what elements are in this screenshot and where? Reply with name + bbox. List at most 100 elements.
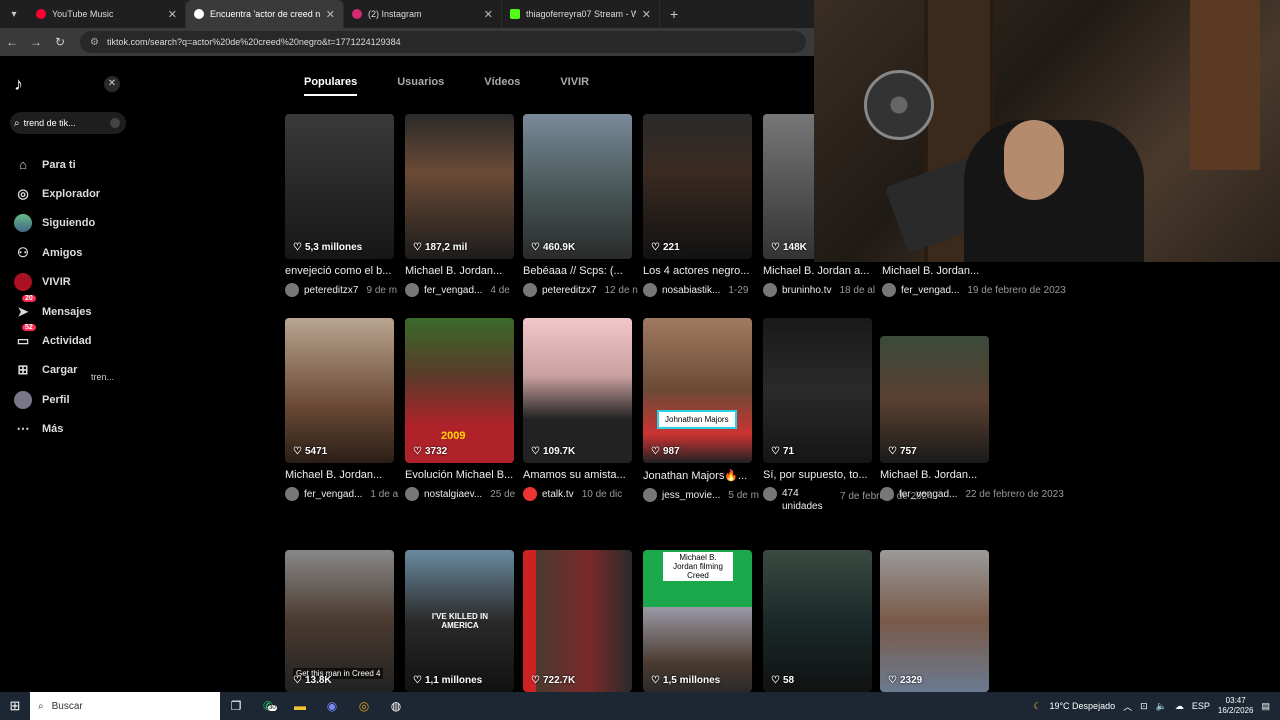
username[interactable]: petereditzx7 — [304, 285, 358, 296]
video-thumbnail[interactable]: Michael B. Jordan filming Creed ♡ 1,5 mil… — [643, 550, 752, 692]
back-icon[interactable]: ← — [0, 35, 24, 49]
video-card[interactable]: ♡ 722.7K — [523, 550, 632, 692]
video-card[interactable]: Johnathan Majors ♡ 987 Jonathan Majors🔥..… — [643, 318, 759, 502]
video-card[interactable]: Michael B. Jordan filming Creed ♡ 1,5 mil… — [643, 550, 752, 692]
username[interactable]: jess_movie... — [662, 490, 720, 501]
username[interactable]: fer_vengad... — [424, 285, 482, 296]
username[interactable]: nostalgiaev... — [424, 489, 482, 500]
sidebar-item-mas[interactable]: ⋯ Más — [14, 415, 100, 444]
avatar[interactable] — [643, 488, 657, 502]
username[interactable]: fer_vengad... — [899, 489, 957, 500]
sidebar-item-actividad[interactable]: ▭ 52 Actividad — [14, 324, 100, 355]
tab-youtube-music[interactable]: YouTube Music ✕ — [28, 0, 186, 28]
video-caption[interactable]: Amamos su amista... — [523, 469, 641, 481]
tab-kick[interactable]: thiagoferreyra07 Stream - Watc ✕ — [502, 0, 660, 28]
close-search-icon[interactable]: ✕ — [104, 76, 120, 92]
video-card[interactable]: ♡ 460.9K Bebéaaa // Scps: (... petereditz… — [523, 114, 638, 297]
tiktok-logo-icon[interactable]: ♪ — [14, 74, 34, 96]
video-card[interactable]: Michael B. Jordan... fer_vengad... 19 de … — [882, 114, 1082, 297]
video-caption[interactable]: Los 4 actores negro... — [643, 265, 761, 277]
tab-usuarios[interactable]: Usuarios — [397, 76, 444, 96]
weather-text[interactable]: 19°C Despejado — [1049, 701, 1115, 711]
video-thumbnail[interactable]: ♡ 187,2 mil — [405, 114, 514, 259]
language-indicator[interactable]: ESP — [1192, 701, 1210, 711]
video-thumbnail[interactable]: ♡ 2329 — [880, 550, 989, 692]
clock[interactable]: 03:47 16/2/2026 — [1218, 696, 1254, 716]
video-thumbnail[interactable]: ♡ 71 — [763, 318, 872, 463]
video-caption[interactable]: Michael B. Jordan... — [882, 265, 1000, 277]
close-icon[interactable]: ✕ — [168, 8, 177, 21]
video-caption[interactable]: Sí, por supuesto, to... — [763, 469, 881, 481]
video-thumbnail[interactable]: ♡ 460.9K — [523, 114, 632, 259]
tab-vivir[interactable]: VIVIR — [560, 76, 589, 96]
avatar[interactable] — [405, 487, 419, 501]
video-thumbnail[interactable]: ♡ 109.7K — [523, 318, 632, 463]
tray-chevron-icon[interactable]: ︿ — [1123, 700, 1132, 713]
video-thumbnail[interactable]: ♡ 5,3 millones — [285, 114, 394, 259]
video-card[interactable]: Get this man in Creed 4 ♡ 13.8K — [285, 550, 394, 692]
avatar[interactable] — [285, 283, 299, 297]
video-card[interactable]: ♡ 71 Sí, por supuesto, to... 474 unidades… — [763, 318, 933, 513]
sidebar-item-cargar[interactable]: ⊞ Cargar — [14, 356, 100, 385]
video-card[interactable]: ♡ 187,2 mil Michael B. Jordan... fer_veng… — [405, 114, 514, 297]
video-thumbnail[interactable]: Get this man in Creed 4 ♡ 13.8K — [285, 550, 394, 692]
video-card[interactable]: ♡ 109.7K Amamos su amista... etalk.tv 10 d… — [523, 318, 632, 501]
username[interactable]: etalk.tv — [542, 489, 574, 500]
taskbar-search-input[interactable]: ⌕ Buscar — [30, 692, 220, 720]
close-icon[interactable]: ✕ — [484, 8, 493, 21]
video-card[interactable]: ♡ 5471 Michael B. Jordan... fer_vengad...… — [285, 318, 398, 501]
video-thumbnail[interactable]: ♡ 148K — [763, 114, 814, 259]
video-caption[interactable]: Evolución Michael B... — [405, 469, 523, 481]
avatar[interactable] — [643, 283, 657, 297]
whatsapp-icon[interactable]: ✆30 — [252, 699, 284, 713]
video-card[interactable]: ♡ 221 Los 4 actores negro... nosabiastik.… — [643, 114, 752, 297]
clear-search-icon[interactable] — [110, 118, 120, 128]
sidebar-item-mensajes[interactable]: ➤ 20 Mensajes — [14, 294, 100, 326]
username[interactable]: fer_vengad... — [901, 285, 959, 296]
username[interactable]: bruninho.tv — [782, 285, 831, 296]
username[interactable]: nosabiastik... — [662, 285, 720, 296]
video-thumbnail[interactable]: 2009 ♡ 3732 — [405, 318, 514, 463]
video-thumbnail[interactable]: ♡ 58 — [763, 550, 872, 692]
new-tab-button[interactable]: + — [670, 6, 678, 22]
video-caption[interactable]: Michael B. Jordan a... — [763, 265, 881, 277]
video-card[interactable]: ♡ 5,3 millones envejeció como el b... pet… — [285, 114, 397, 297]
sidebar-item-siguiendo[interactable]: Siguiendo — [14, 209, 100, 238]
task-view-icon[interactable]: ❐ — [220, 699, 252, 713]
tab-populares[interactable]: Populares — [304, 76, 358, 96]
discord-icon[interactable]: ◉ — [316, 699, 348, 713]
close-icon[interactable]: ✕ — [326, 8, 335, 21]
avatar[interactable] — [285, 487, 299, 501]
video-thumbnail[interactable]: ♡ 221 — [643, 114, 752, 259]
video-thumbnail[interactable]: Johnathan Majors ♡ 987 — [643, 318, 752, 463]
video-card[interactable]: I'VE KILLED IN AMERICA ♡ 1,1 millones — [405, 550, 514, 692]
avatar[interactable] — [882, 283, 896, 297]
forward-icon[interactable]: → — [24, 35, 48, 49]
site-info-icon[interactable]: ⚙ — [90, 37, 99, 48]
tab-instagram[interactable]: (2) Instagram ✕ — [344, 0, 502, 28]
avatar[interactable] — [763, 487, 777, 501]
avatar[interactable] — [880, 487, 894, 501]
obs-icon[interactable]: ◍ — [380, 699, 412, 713]
sidebar-item-vivir[interactable]: VIVIR — [14, 268, 100, 297]
video-card[interactable]: ♡ 58 — [763, 550, 872, 692]
file-explorer-icon[interactable]: ▬ — [284, 699, 316, 713]
chrome-icon[interactable]: ◎ — [348, 699, 380, 713]
sidebar-item-para-ti[interactable]: ⌂ Para ti — [14, 150, 100, 179]
avatar[interactable] — [763, 283, 777, 297]
search-input[interactable]: ⌕ trend de tik... — [10, 112, 126, 134]
tab-videos[interactable]: Vídeos — [484, 76, 520, 96]
avatar[interactable] — [405, 283, 419, 297]
tab-search-button[interactable]: ▾ — [0, 0, 28, 28]
video-caption[interactable]: Bebéaaa // Scps: (... — [523, 265, 641, 277]
video-caption[interactable]: envejeció como el b... — [285, 265, 403, 277]
video-caption[interactable]: Jonathan Majors🔥... — [643, 469, 761, 482]
username[interactable]: fer_vengad... — [304, 489, 362, 500]
avatar[interactable] — [523, 283, 537, 297]
video-card[interactable]: ♡ 757 Michael B. Jordan... fer_vengad... 2… — [880, 336, 1090, 501]
username[interactable]: 474 unidades — [782, 487, 832, 513]
video-caption[interactable]: Michael B. Jordan... — [285, 469, 403, 481]
video-card[interactable]: 2009 ♡ 3732 Evolución Michael B... nostal… — [405, 318, 515, 501]
video-thumbnail[interactable]: I'VE KILLED IN AMERICA ♡ 1,1 millones — [405, 550, 514, 692]
volume-icon[interactable]: 🔈 — [1156, 701, 1167, 712]
